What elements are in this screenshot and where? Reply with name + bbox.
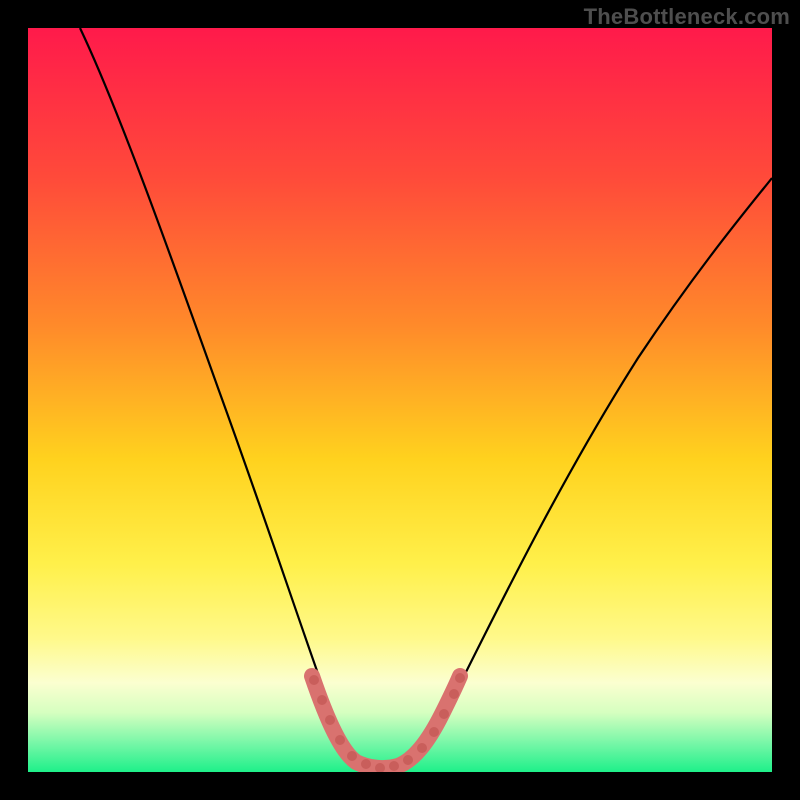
bottleneck-chart — [28, 28, 772, 772]
watermark-text: TheBottleneck.com — [584, 4, 790, 30]
chart-frame: TheBottleneck.com — [0, 0, 800, 800]
gradient-background — [28, 28, 772, 772]
